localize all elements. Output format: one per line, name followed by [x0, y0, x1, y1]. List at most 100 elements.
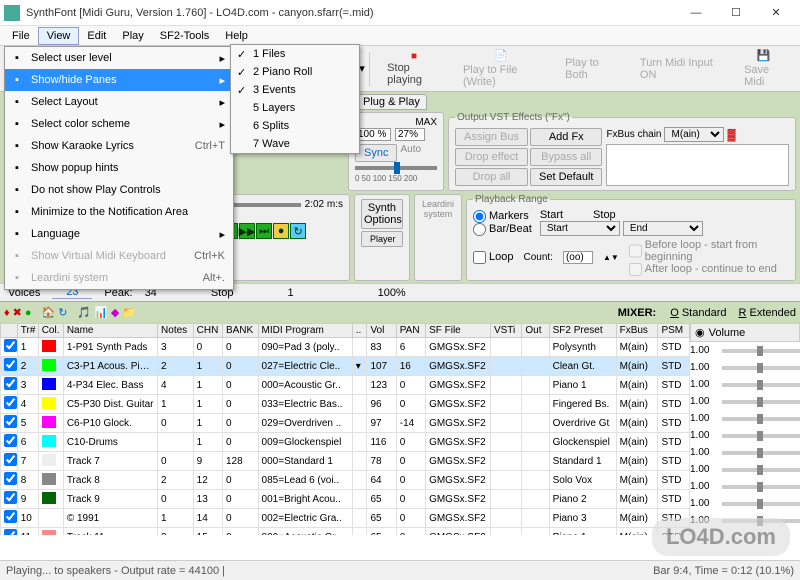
- table-row[interactable]: 34-P34 Elec. Bass410000=Acoustic Gr..123…: [1, 376, 690, 395]
- track-enable-checkbox[interactable]: [4, 358, 17, 371]
- column-header[interactable]: Notes: [158, 324, 194, 338]
- track-color-swatch[interactable]: [42, 378, 56, 390]
- volume-slider-row[interactable]: 1.00: [690, 427, 800, 444]
- track-enable-checkbox[interactable]: [4, 434, 17, 447]
- table-row[interactable]: 8Track 82120085=Lead 6 (voi..640GMGSx.SF…: [1, 471, 690, 490]
- play-to-both-button[interactable]: Play to Both: [556, 49, 627, 89]
- play-to-file-button[interactable]: 📄Play to File (Write): [454, 49, 552, 89]
- vol-bar[interactable]: [722, 434, 800, 438]
- column-header[interactable]: ..: [352, 324, 367, 338]
- stop-playing-button[interactable]: Stop playing: [378, 49, 450, 89]
- track-enable-checkbox[interactable]: [4, 396, 17, 409]
- tool2-icon[interactable]: 📊: [94, 306, 108, 319]
- start-select[interactable]: Start: [540, 221, 620, 236]
- view-menu-item[interactable]: ▪Leardini systemAlt+.: [5, 267, 233, 289]
- track-color-swatch[interactable]: [42, 397, 56, 409]
- track-color-swatch[interactable]: [42, 473, 56, 485]
- vol-bar[interactable]: [722, 400, 800, 404]
- table-row[interactable]: 4C5-P30 Dist. Guitar110033=Electric Bas.…: [1, 395, 690, 414]
- table-row[interactable]: 10© 19911140002=Electric Gra..650GMGSx.S…: [1, 509, 690, 528]
- volume-value[interactable]: [355, 128, 391, 141]
- track-enable-checkbox[interactable]: [4, 453, 17, 466]
- track-enable-checkbox[interactable]: [4, 415, 17, 428]
- table-row[interactable]: 11Track 113150000=Acoustic Gr..650GMGSx.…: [1, 528, 690, 536]
- column-header[interactable]: CHN: [193, 324, 222, 338]
- column-header[interactable]: PAN: [396, 324, 425, 338]
- volume-slider-row[interactable]: 1.00: [690, 393, 800, 410]
- menu-play[interactable]: Play: [114, 28, 151, 44]
- track-color-swatch[interactable]: [42, 340, 56, 352]
- table-row[interactable]: 7Track 709128000=Standard 1780GMGSx.SF2S…: [1, 452, 690, 471]
- column-header[interactable]: FxBus: [616, 324, 658, 338]
- track-color-swatch[interactable]: [42, 416, 56, 428]
- track-color-swatch[interactable]: [42, 511, 56, 523]
- fx-list[interactable]: [606, 144, 789, 186]
- volume-slider-row[interactable]: 1.00: [690, 512, 800, 529]
- vol-bar[interactable]: [722, 349, 800, 353]
- view-menu-item[interactable]: ▪Show/hide Panes▸: [5, 69, 233, 91]
- count-input[interactable]: [563, 251, 593, 264]
- menu-sf2tools[interactable]: SF2-Tools: [152, 28, 218, 44]
- drop-effect-button[interactable]: Drop effect: [455, 148, 528, 166]
- vol-bar[interactable]: [722, 485, 800, 489]
- volume-slider-row[interactable]: 1.00: [690, 444, 800, 461]
- view-menu-item[interactable]: ▪Select color scheme▸: [5, 113, 233, 135]
- table-row[interactable]: 11-P91 Synth Pads300090=Pad 3 (poly..836…: [1, 338, 690, 357]
- fx-delete-icon[interactable]: ▓: [727, 129, 735, 141]
- barbeat-radio[interactable]: [473, 223, 486, 236]
- column-header[interactable]: Out: [522, 324, 549, 338]
- volume-slider-row[interactable]: 1.00: [690, 461, 800, 478]
- sync-button[interactable]: Sync: [355, 144, 397, 162]
- maximize-button[interactable]: ☐: [716, 0, 756, 26]
- view-menu-item[interactable]: ▪Language▸: [5, 223, 233, 245]
- column-header[interactable]: Vol: [367, 324, 396, 338]
- new-icon[interactable]: ●: [25, 307, 32, 319]
- mixer-std-tab[interactable]: O Standard: [670, 307, 726, 319]
- save-midi-button[interactable]: 💾Save Midi: [735, 49, 796, 89]
- panes-submenu-item[interactable]: ✓3 Events: [231, 81, 359, 99]
- panes-submenu-item[interactable]: 5 Layers: [231, 99, 359, 117]
- view-menu-item[interactable]: ▪Show popup hints: [5, 157, 233, 179]
- column-header[interactable]: VSTi: [490, 324, 521, 338]
- end-select[interactable]: End: [623, 221, 703, 236]
- tool1-icon[interactable]: 🎵: [77, 306, 91, 319]
- table-row[interactable]: 6C10-Drums10009=Glockenspiel1160GMGSx.SF…: [1, 433, 690, 452]
- volume-slider[interactable]: [355, 166, 437, 170]
- menu-view[interactable]: View: [38, 27, 80, 45]
- column-header[interactable]: PSM: [658, 324, 690, 338]
- track-enable-checkbox[interactable]: [4, 510, 17, 523]
- bypass-all-button[interactable]: Bypass all: [530, 148, 602, 166]
- synth-options-button[interactable]: Synth Options: [361, 199, 403, 229]
- delete-track-icon[interactable]: ✖: [13, 306, 22, 319]
- view-menu-item[interactable]: ▪Do not show Play Controls: [5, 179, 233, 201]
- next-button[interactable]: ▶▶: [239, 223, 255, 239]
- track-color-swatch[interactable]: [42, 359, 56, 371]
- table-row[interactable]: 5C6-P10 Glock.010029=Overdriven ..97-14G…: [1, 414, 690, 433]
- add-track-icon[interactable]: ♦: [4, 307, 10, 319]
- player-button[interactable]: Player: [361, 231, 403, 247]
- tracks-grid[interactable]: Tr#Col.NameNotesCHNBANKMIDI Program..Vol…: [0, 323, 690, 535]
- markers-radio[interactable]: [473, 210, 486, 223]
- tool4-icon[interactable]: 📁: [122, 306, 136, 319]
- refresh-icon[interactable]: ↻: [58, 306, 67, 319]
- loop-checkbox[interactable]: [473, 251, 486, 264]
- column-header[interactable]: SF2 Preset: [549, 324, 616, 338]
- vol-bar[interactable]: [722, 502, 800, 506]
- max-value[interactable]: [395, 128, 425, 141]
- menu-edit[interactable]: Edit: [79, 28, 114, 44]
- track-enable-checkbox[interactable]: [4, 529, 17, 535]
- panes-submenu-item[interactable]: 6 Splits: [231, 117, 359, 135]
- vol-bar[interactable]: [722, 417, 800, 421]
- set-default-button[interactable]: Set Default: [530, 168, 602, 186]
- tab-plug-play[interactable]: Plug & Play: [356, 94, 427, 110]
- column-header[interactable]: Col.: [38, 324, 63, 338]
- volume-slider-row[interactable]: 1.00: [690, 359, 800, 376]
- menu-file[interactable]: File: [4, 28, 38, 44]
- view-menu-item[interactable]: ▪Minimize to the Notification Area: [5, 201, 233, 223]
- column-header[interactable]: MIDI Program: [258, 324, 352, 338]
- volume-slider-row[interactable]: 1.00: [690, 495, 800, 512]
- volume-slider-row[interactable]: 1.00: [690, 342, 800, 359]
- vol-bar[interactable]: [722, 468, 800, 472]
- table-row[interactable]: 9Track 90130001=Bright Acou..650GMGSx.SF…: [1, 490, 690, 509]
- column-header[interactable]: Name: [63, 324, 157, 338]
